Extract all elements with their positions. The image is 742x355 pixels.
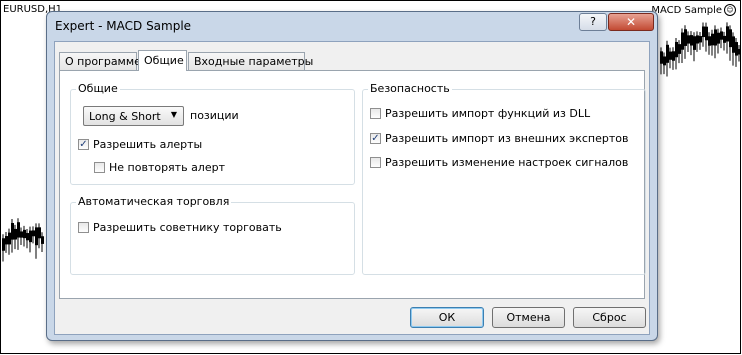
candle-body	[681, 32, 684, 50]
general-group-title: Общие	[76, 82, 120, 95]
candle-body	[38, 227, 41, 239]
candle-body	[666, 44, 669, 63]
close-icon: ✕	[625, 15, 637, 29]
close-button[interactable]: ✕	[608, 13, 654, 31]
allow-signal-change-label: Разрешить изменение настроек сигналов	[385, 156, 629, 169]
candle-body	[660, 51, 663, 64]
candle-body	[693, 36, 696, 50]
candle-body	[14, 228, 17, 240]
candle-body	[8, 232, 11, 245]
candle-body	[696, 35, 699, 44]
no-repeat-alert-label: Не повторять алерт	[109, 161, 225, 174]
candle-body	[2, 238, 5, 251]
general-tab-panel: Общие Long & Short ▼ позиции ✓ Разрешить…	[59, 70, 646, 299]
allow-external-checkbox[interactable]: ✓ Разрешить импорт из внешних экспертов	[370, 132, 628, 145]
candle-body	[29, 230, 32, 243]
allow-dll-label: Разрешить импорт функций из DLL	[385, 107, 591, 120]
tab-about[interactable]: О программе	[59, 52, 141, 70]
allow-trading-label: Разрешить советнику торговать	[93, 221, 282, 234]
candle-body	[26, 233, 29, 241]
candle-body	[720, 31, 723, 40]
allow-signal-change-checkbox[interactable]: Разрешить изменение настроек сигналов	[370, 156, 628, 169]
candle-body	[23, 229, 26, 239]
candle-body	[11, 222, 14, 240]
autotrading-group-title: Автоматическая торговля	[76, 195, 232, 208]
allow-alerts-label: Разрешить алерты	[93, 138, 203, 151]
tab-general[interactable]: Общие	[138, 50, 187, 71]
positions-select[interactable]: Long & Short ▼	[83, 106, 184, 126]
candle-body	[708, 36, 711, 46]
candle-body	[729, 29, 732, 48]
tab-input-params[interactable]: Входные параметры	[188, 52, 313, 70]
candle-body	[723, 35, 726, 43]
candle-body	[702, 26, 705, 38]
empty-checkbox-icon	[94, 162, 105, 173]
dialog-titlebar[interactable]: Expert - MACD Sample ? ✕	[47, 12, 657, 40]
candle-body	[678, 44, 681, 54]
empty-checkbox-icon	[370, 157, 381, 168]
empty-checkbox-icon	[78, 222, 89, 233]
reset-button[interactable]: Сброс	[573, 307, 646, 328]
allow-alerts-checkbox[interactable]: ✓ Разрешить алерты	[78, 138, 202, 151]
checkmark-icon: ✓	[78, 139, 89, 150]
ok-button[interactable]: ОК	[410, 307, 484, 328]
allow-dll-checkbox[interactable]: Разрешить импорт функций из DLL	[370, 107, 590, 120]
candle-body	[20, 231, 23, 238]
empty-checkbox-icon	[370, 108, 381, 119]
dialog-client-area: О программе Общие Входные параметры Общи…	[54, 41, 650, 335]
dialog-title: Expert - MACD Sample	[55, 19, 192, 33]
chevron-down-icon: ▼	[170, 110, 177, 119]
checkmark-icon: ✓	[370, 133, 381, 144]
candle-body	[717, 32, 720, 44]
help-button[interactable]: ?	[579, 13, 607, 31]
candle-body	[732, 36, 735, 53]
candle-body	[690, 35, 693, 46]
candle-body	[687, 35, 690, 44]
candle-body	[675, 41, 678, 58]
candle-body	[726, 26, 729, 42]
candle-body	[705, 26, 708, 41]
candle-body	[663, 56, 666, 66]
security-group-title: Безопасность	[368, 82, 452, 95]
security-group: Безопасность Разрешить импорт функций из…	[362, 82, 646, 275]
general-group: Общие Long & Short ▼ позиции ✓ Разрешить…	[70, 82, 355, 185]
candle-body	[699, 36, 702, 43]
allow-external-label: Разрешить импорт из внешних экспертов	[385, 132, 629, 145]
candle-body	[738, 48, 741, 55]
no-repeat-alert-checkbox[interactable]: Не повторять алерт	[94, 161, 225, 174]
positions-select-value: Long & Short	[89, 110, 161, 123]
allow-trading-checkbox[interactable]: Разрешить советнику торговать	[78, 221, 282, 234]
candle-body	[5, 236, 8, 245]
candle-body	[672, 51, 675, 61]
candle-body	[17, 222, 20, 238]
expert-properties-dialog: Expert - MACD Sample ? ✕ О программе Общ…	[46, 11, 658, 341]
candle-body	[41, 236, 44, 244]
candle-body	[714, 29, 717, 46]
autotrading-group: Автоматическая торговля Разрешить советн…	[70, 195, 355, 275]
candle-body	[735, 42, 738, 56]
candle-body	[32, 230, 35, 237]
candle-body	[669, 51, 672, 60]
cancel-button[interactable]: Отмена	[492, 307, 565, 328]
candle-body	[711, 33, 714, 46]
candle-body	[684, 29, 687, 46]
positions-label: позиции	[190, 109, 239, 122]
help-icon: ?	[590, 15, 596, 28]
candle-body	[35, 227, 38, 246]
